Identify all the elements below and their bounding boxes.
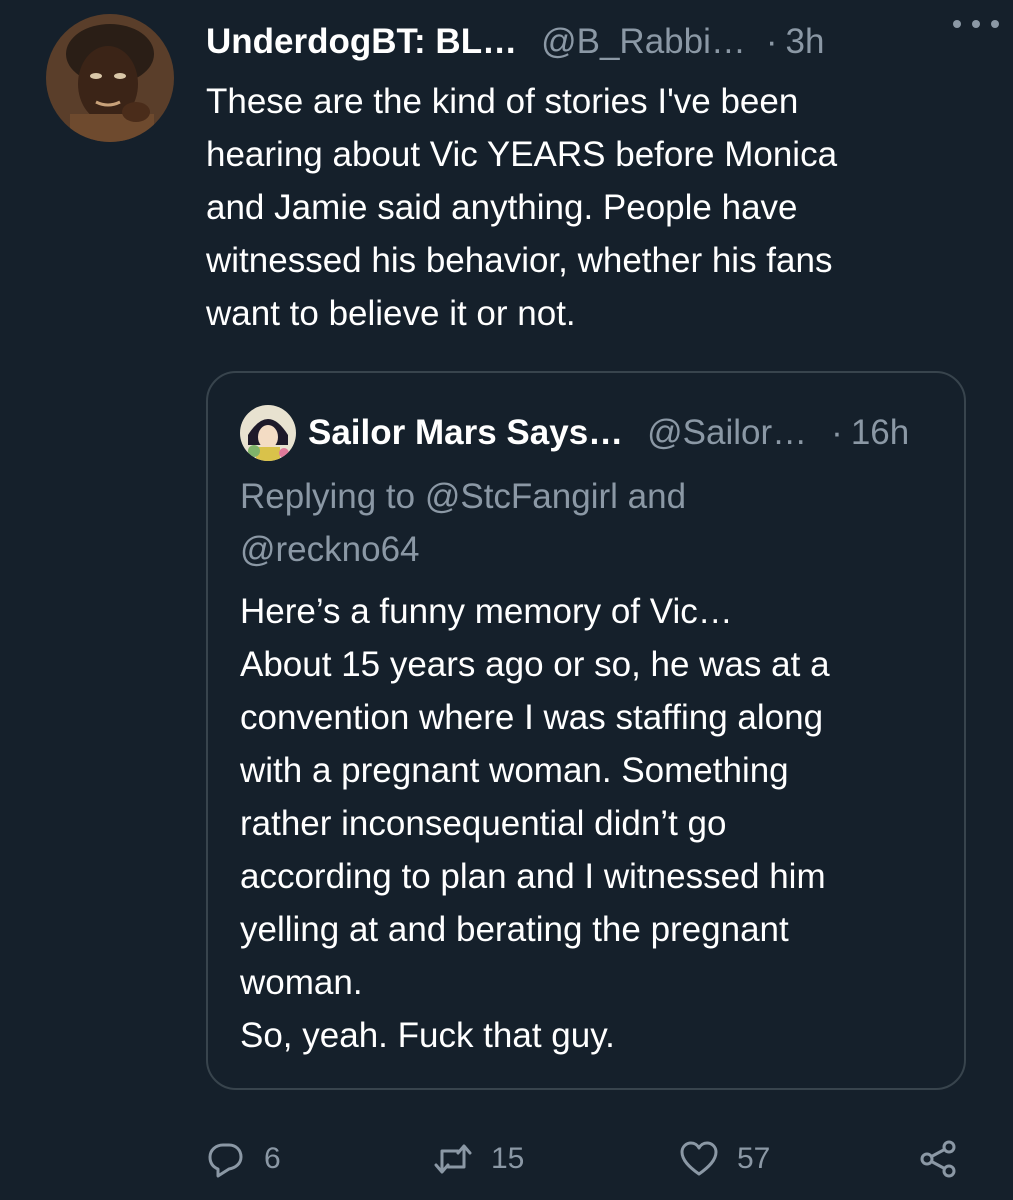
author-handle[interactable]: @B_Rabbi… (541, 18, 746, 66)
quoted-author-handle[interactable]: @Sailor… (647, 409, 807, 457)
author-avatar-image (46, 14, 174, 142)
separator-dot: · (765, 22, 778, 61)
tweet-actions: 6 15 57 (206, 1136, 976, 1182)
quoted-author-avatar[interactable] (240, 405, 296, 461)
share-icon (920, 1140, 956, 1178)
retweet-count: 15 (491, 1142, 525, 1175)
tweet[interactable]: UnderdogBT: BL… @B_Rabbi… · 3h These are… (0, 0, 1013, 1200)
quoted-tweet[interactable]: Sailor Mars Says… @Sailor… · 16h Replyin… (206, 371, 966, 1090)
author-avatar[interactable] (46, 14, 174, 142)
quoted-tweet-header: Sailor Mars Says… @Sailor… · 16h (240, 405, 940, 461)
reply-count: 6 (264, 1142, 281, 1175)
tweet-text: These are the kind of stories I've been … (206, 82, 838, 333)
tweet-header: UnderdogBT: BL… @B_Rabbi… · 3h (206, 18, 976, 66)
like-count: 57 (737, 1142, 771, 1175)
quoted-tweet-text: Here’s a funny memory of Vic… About 15 y… (240, 592, 830, 1055)
tweet-timestamp[interactable]: 3h (786, 18, 825, 66)
retweet-button[interactable]: 15 (433, 1136, 524, 1182)
author-display-name[interactable]: UnderdogBT: BL… (206, 18, 517, 66)
reply-button[interactable]: 6 (206, 1136, 281, 1182)
quoted-tweet-timestamp[interactable]: 16h (851, 409, 909, 457)
separator-dot: · (831, 413, 843, 452)
heart-icon (680, 1141, 718, 1176)
like-button[interactable]: 57 (679, 1136, 770, 1182)
quoted-author-display-name[interactable]: Sailor Mars Says… (308, 409, 623, 457)
reply-icon (208, 1143, 243, 1178)
share-button[interactable] (918, 1136, 958, 1182)
retweet-icon (434, 1144, 472, 1174)
replying-to-text: Replying to @StcFangirl and @reckno64 (240, 477, 687, 569)
quoted-author-avatar-image (240, 405, 296, 461)
more-options-icon[interactable] (953, 6, 999, 42)
